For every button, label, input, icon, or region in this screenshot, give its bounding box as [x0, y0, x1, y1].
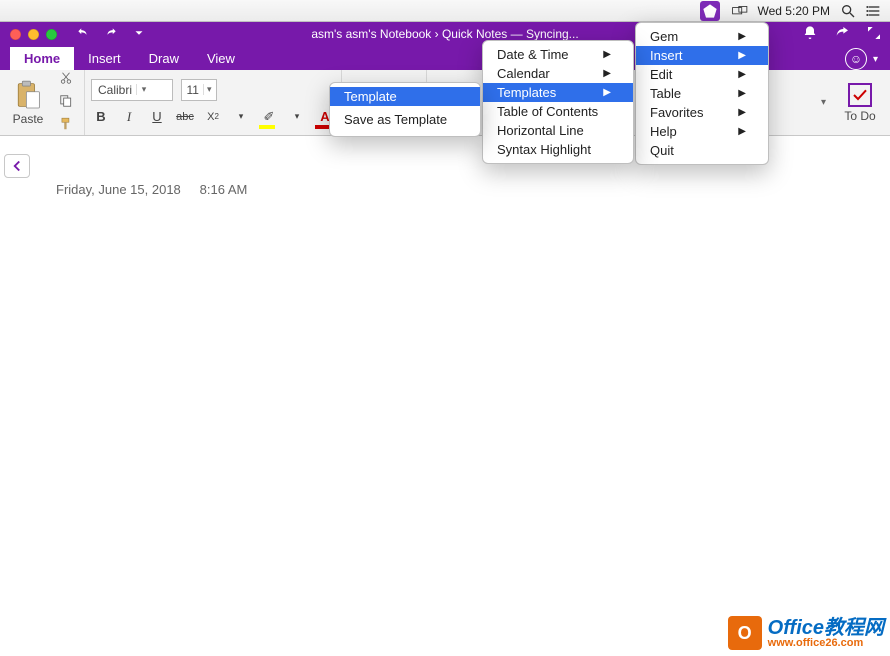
cut-icon[interactable] [58, 71, 74, 88]
todo-label: To Do [844, 109, 875, 123]
tags-dropdown-icon[interactable]: ▾ [815, 97, 832, 108]
mac-menu-bar: Wed 5:20 PM [0, 0, 890, 22]
format-painter-icon[interactable] [58, 117, 74, 134]
quick-access-toolbar [75, 26, 147, 43]
menu-item-calendar[interactable]: Calendar▶ [483, 64, 633, 83]
gem-menubar-icon[interactable] [700, 1, 720, 21]
menu-item-table[interactable]: Table▶ [636, 84, 768, 103]
tab-view[interactable]: View [193, 47, 249, 70]
menu-item-gem[interactable]: Gem▶ [636, 27, 768, 46]
watermark-url: www.office26.com [768, 638, 884, 649]
templates-submenu: Template Save as Template [329, 82, 481, 137]
copy-icon[interactable] [58, 94, 74, 111]
tab-draw[interactable]: Draw [135, 47, 193, 70]
menu-item-edit[interactable]: Edit▶ [636, 65, 768, 84]
more-font-dropdown-icon[interactable]: ▾ [231, 107, 251, 127]
menu-item-date-time[interactable]: Date & Time▶ [483, 45, 633, 64]
menu-item-quit[interactable]: Quit [636, 141, 768, 160]
paste-label: Paste [13, 112, 44, 126]
watermark: O Office教程网 www.office26.com [728, 616, 884, 650]
notifications-icon[interactable] [802, 25, 818, 44]
undo-button[interactable] [75, 26, 91, 43]
notification-center-icon[interactable] [866, 3, 882, 19]
menu-item-help[interactable]: Help▶ [636, 122, 768, 141]
menu-item-favorites[interactable]: Favorites▶ [636, 103, 768, 122]
window-controls [0, 29, 67, 40]
ribbon-menu-chevron-icon[interactable]: ▾ [873, 54, 878, 65]
toolbar-dropdown-icon[interactable] [131, 26, 147, 43]
feedback-smile-icon[interactable]: ☺ [845, 48, 867, 70]
font-selector[interactable]: Calibri▾ [91, 79, 173, 101]
note-time: 8:16 AM [200, 182, 248, 197]
redo-button[interactable] [103, 26, 119, 43]
watermark-logo-icon: O [728, 616, 762, 650]
menu-item-insert[interactable]: Insert▶ [636, 46, 768, 65]
window-title: asm's asm's Notebook › Quick Notes — Syn… [311, 27, 578, 41]
italic-button[interactable]: I [119, 107, 139, 127]
watermark-brand: Office教程网 [768, 618, 884, 638]
paste-button[interactable]: Paste [6, 80, 50, 126]
gem-app-menu: Gem▶ Insert▶ Edit▶ Table▶ Favorites▶ Hel… [635, 22, 769, 165]
highlight-button[interactable]: ✐ [259, 107, 279, 127]
menu-item-toc[interactable]: Table of Contents [483, 102, 633, 121]
menu-item-template[interactable]: Template [330, 87, 480, 106]
menu-item-horizontal-line[interactable]: Horizontal Line [483, 121, 633, 140]
todo-tag-button[interactable]: To Do [836, 83, 884, 123]
tab-insert[interactable]: Insert [74, 47, 135, 70]
menubar-clock: Wed 5:20 PM [758, 4, 830, 18]
font-size-selector[interactable]: 11▾ [181, 79, 217, 101]
spotlight-icon[interactable] [840, 3, 856, 19]
insert-submenu: Date & Time▶ Calendar▶ Templates▶ Table … [482, 40, 634, 164]
back-button[interactable] [4, 154, 30, 178]
close-window-button[interactable] [10, 29, 21, 40]
menu-item-save-as-template[interactable]: Save as Template [330, 106, 480, 132]
underline-button[interactable]: U [147, 107, 167, 127]
menu-item-syntax-highlight[interactable]: Syntax Highlight [483, 140, 633, 159]
strikethrough-button[interactable]: abc [175, 107, 195, 127]
bold-button[interactable]: B [91, 107, 111, 127]
highlight-dropdown-icon[interactable]: ▾ [287, 107, 307, 127]
share-icon[interactable] [834, 25, 850, 44]
subscript-button[interactable]: X2 [203, 107, 223, 127]
displays-icon[interactable] [732, 3, 748, 19]
fullscreen-icon[interactable] [866, 25, 882, 44]
tab-home[interactable]: Home [10, 47, 74, 70]
minimize-window-button[interactable] [28, 29, 39, 40]
note-date: Friday, June 15, 2018 [56, 182, 196, 197]
zoom-window-button[interactable] [46, 29, 57, 40]
menu-item-templates[interactable]: Templates▶ [483, 83, 633, 102]
